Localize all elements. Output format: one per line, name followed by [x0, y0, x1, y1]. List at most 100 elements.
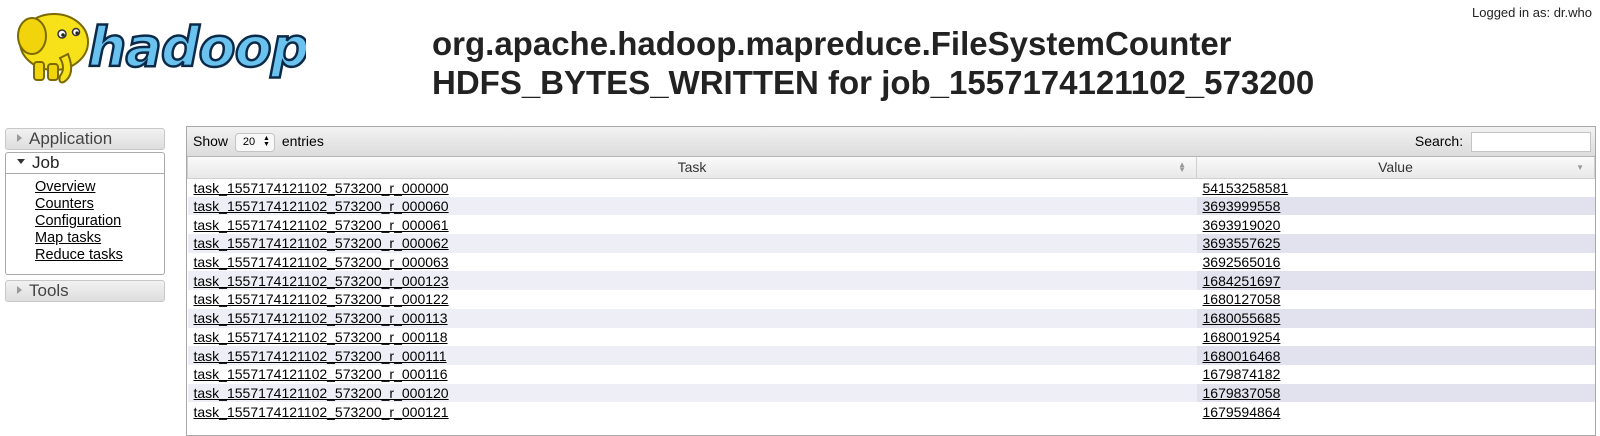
page-length-value: 20	[242, 135, 256, 148]
triangle-right-icon	[17, 133, 22, 142]
task-link[interactable]: task_1557174121102_573200_r_000122	[194, 291, 449, 307]
nav-link-reduce-tasks[interactable]: Reduce tasks	[35, 247, 164, 264]
task-link[interactable]: task_1557174121102_573200_r_000060	[194, 198, 449, 214]
task-link[interactable]: task_1557174121102_573200_r_000118	[194, 329, 448, 345]
task-cell: task_1557174121102_573200_r_000118	[187, 327, 1197, 347]
task-cell: task_1557174121102_573200_r_000111	[187, 346, 1197, 365]
search-input[interactable]	[1471, 132, 1591, 153]
table-row: task_1557174121102_573200_r_000062 369355…	[187, 234, 1595, 253]
value-link[interactable]: 1679837058	[1203, 385, 1281, 401]
show-label: Show	[193, 133, 229, 149]
table-row: task_1557174121102_573200_r_000061 369391…	[187, 215, 1595, 235]
task-cell: task_1557174121102_573200_r_000120	[187, 383, 1197, 403]
task-link[interactable]: task_1557174121102_573200_r_000061	[194, 217, 449, 233]
table-row: task_1557174121102_573200_r_000118 168001…	[187, 327, 1595, 347]
value-cell: 1680019254	[1196, 327, 1595, 347]
value-link[interactable]: 3692565016	[1203, 254, 1281, 270]
table-row: task_1557174121102_573200_r_000120 167983…	[187, 383, 1595, 403]
value-link[interactable]: 54153258581	[1203, 180, 1289, 196]
task-link[interactable]: task_1557174121102_573200_r_000123	[194, 273, 449, 289]
task-link[interactable]: task_1557174121102_573200_r_000116	[194, 366, 448, 382]
table-toolbar: Show 20 ▲ ▼ entries Search:	[187, 127, 1595, 157]
sort-both-icon: ▲ ▼	[1178, 160, 1186, 174]
task-cell: task_1557174121102_573200_r_000063	[187, 252, 1197, 272]
task-cell: task_1557174121102_573200_r_000121	[187, 402, 1197, 421]
page-title-line2: HDFS_BYTES_WRITTEN for job_1557174121102…	[432, 64, 1315, 101]
value-cell: 1679594864	[1196, 402, 1595, 421]
table-row: task_1557174121102_573200_r_000121 167959…	[187, 402, 1595, 421]
value-cell: 1680055685	[1196, 308, 1595, 328]
task-link[interactable]: task_1557174121102_573200_r_000063	[194, 254, 449, 270]
value-link[interactable]: 1680055685	[1203, 310, 1281, 326]
counter-table: Task ▲ ▼ Value ▼ task_1557174121102_57320…	[187, 157, 1595, 421]
sort-descending-icon: ▼	[1576, 163, 1584, 172]
table-row: task_1557174121102_573200_r_000060 369399…	[187, 196, 1595, 216]
column-header-value[interactable]: Value ▼	[1196, 157, 1595, 179]
task-cell: task_1557174121102_573200_r_000000	[187, 178, 1197, 197]
value-cell: 54153258581	[1196, 178, 1595, 197]
value-link[interactable]: 3693999558	[1203, 198, 1281, 214]
nav-section-label: Application	[29, 129, 113, 148]
nav-link-map-tasks[interactable]: Map tasks	[35, 230, 164, 247]
hadoop-logo: hadoop	[6, 2, 311, 88]
value-cell: 3692565016	[1196, 252, 1595, 272]
value-link[interactable]: 1680127058	[1203, 291, 1281, 307]
table-row: task_1557174121102_573200_r_000111 168001…	[187, 346, 1595, 365]
task-link[interactable]: task_1557174121102_573200_r_000120	[194, 385, 449, 401]
table-body: task_1557174121102_573200_r_000000 541532…	[187, 178, 1595, 421]
value-cell: 1679837058	[1196, 383, 1595, 403]
task-cell: task_1557174121102_573200_r_000113	[187, 308, 1197, 328]
page-length-select[interactable]: 20 ▲ ▼	[234, 132, 275, 152]
table-row: task_1557174121102_573200_r_000122 168012…	[187, 290, 1595, 309]
task-link[interactable]: task_1557174121102_573200_r_000062	[194, 235, 449, 251]
task-cell: task_1557174121102_573200_r_000060	[187, 196, 1197, 216]
nav-link-configuration[interactable]: Configuration	[35, 213, 164, 230]
value-cell: 1680127058	[1196, 290, 1595, 309]
value-link[interactable]: 3693557625	[1203, 235, 1281, 251]
value-cell: 1680016468	[1196, 346, 1595, 365]
page-title: org.apache.hadoop.mapreduce.FileSystemCo…	[432, 24, 1314, 102]
value-link[interactable]: 3693919020	[1203, 217, 1281, 233]
value-cell: 3693919020	[1196, 215, 1595, 235]
column-header-label: Value	[1378, 159, 1413, 176]
entries-label: entries	[281, 133, 324, 149]
nav-section-job[interactable]: Job	[5, 152, 165, 174]
value-cell: 1679874182	[1196, 364, 1595, 384]
task-cell: task_1557174121102_573200_r_000061	[187, 215, 1197, 235]
nav-section-application[interactable]: Application	[5, 128, 165, 150]
nav-section-tools[interactable]: Tools	[5, 280, 165, 302]
table-row: task_1557174121102_573200_r_000123 168425…	[187, 271, 1595, 291]
table-row: task_1557174121102_573200_r_000116 167987…	[187, 364, 1595, 384]
nav-section-label: Job	[32, 153, 60, 172]
task-cell: task_1557174121102_573200_r_000116	[187, 364, 1197, 384]
counter-table-panel: Show 20 ▲ ▼ entries Search: Task ▲ ▼ Value…	[186, 126, 1596, 436]
value-link[interactable]: 1679874182	[1203, 366, 1281, 382]
logo-wordmark: hadoop	[88, 16, 306, 79]
value-cell: 1684251697	[1196, 271, 1595, 291]
task-link[interactable]: task_1557174121102_573200_r_000121	[194, 404, 449, 420]
column-header-task[interactable]: Task ▲ ▼	[187, 157, 1197, 179]
task-cell: task_1557174121102_573200_r_000122	[187, 290, 1197, 309]
table-row: task_1557174121102_573200_r_000063 369256…	[187, 252, 1595, 272]
sidebar-nav: Application Job Overview Counters Config…	[5, 128, 165, 302]
task-link[interactable]: task_1557174121102_573200_r_000111	[194, 348, 447, 364]
select-arrows-icon: ▲ ▼	[262, 134, 270, 148]
value-link[interactable]: 1684251697	[1203, 273, 1281, 289]
value-link[interactable]: 1679594864	[1203, 404, 1281, 420]
nav-job-links: Overview Counters Configuration Map task…	[5, 174, 165, 275]
value-link[interactable]: 1680016468	[1203, 348, 1281, 364]
value-cell: 3693999558	[1196, 196, 1595, 216]
page-title-line1: org.apache.hadoop.mapreduce.FileSystemCo…	[432, 25, 1232, 62]
task-link[interactable]: task_1557174121102_573200_r_000000	[194, 180, 449, 196]
nav-link-overview[interactable]: Overview	[35, 179, 164, 196]
task-link[interactable]: task_1557174121102_573200_r_000113	[194, 310, 448, 326]
logged-in-status: Logged in as: dr.who	[1472, 5, 1592, 20]
nav-link-counters[interactable]: Counters	[35, 196, 164, 213]
task-cell: task_1557174121102_573200_r_000123	[187, 271, 1197, 291]
value-link[interactable]: 1680019254	[1203, 329, 1281, 345]
nav-section-label: Tools	[29, 281, 69, 300]
task-cell: task_1557174121102_573200_r_000062	[187, 234, 1197, 253]
value-cell: 3693557625	[1196, 234, 1595, 253]
page-length-control: Show 20 ▲ ▼ entries	[193, 127, 324, 155]
search-control: Search:	[1415, 127, 1591, 155]
